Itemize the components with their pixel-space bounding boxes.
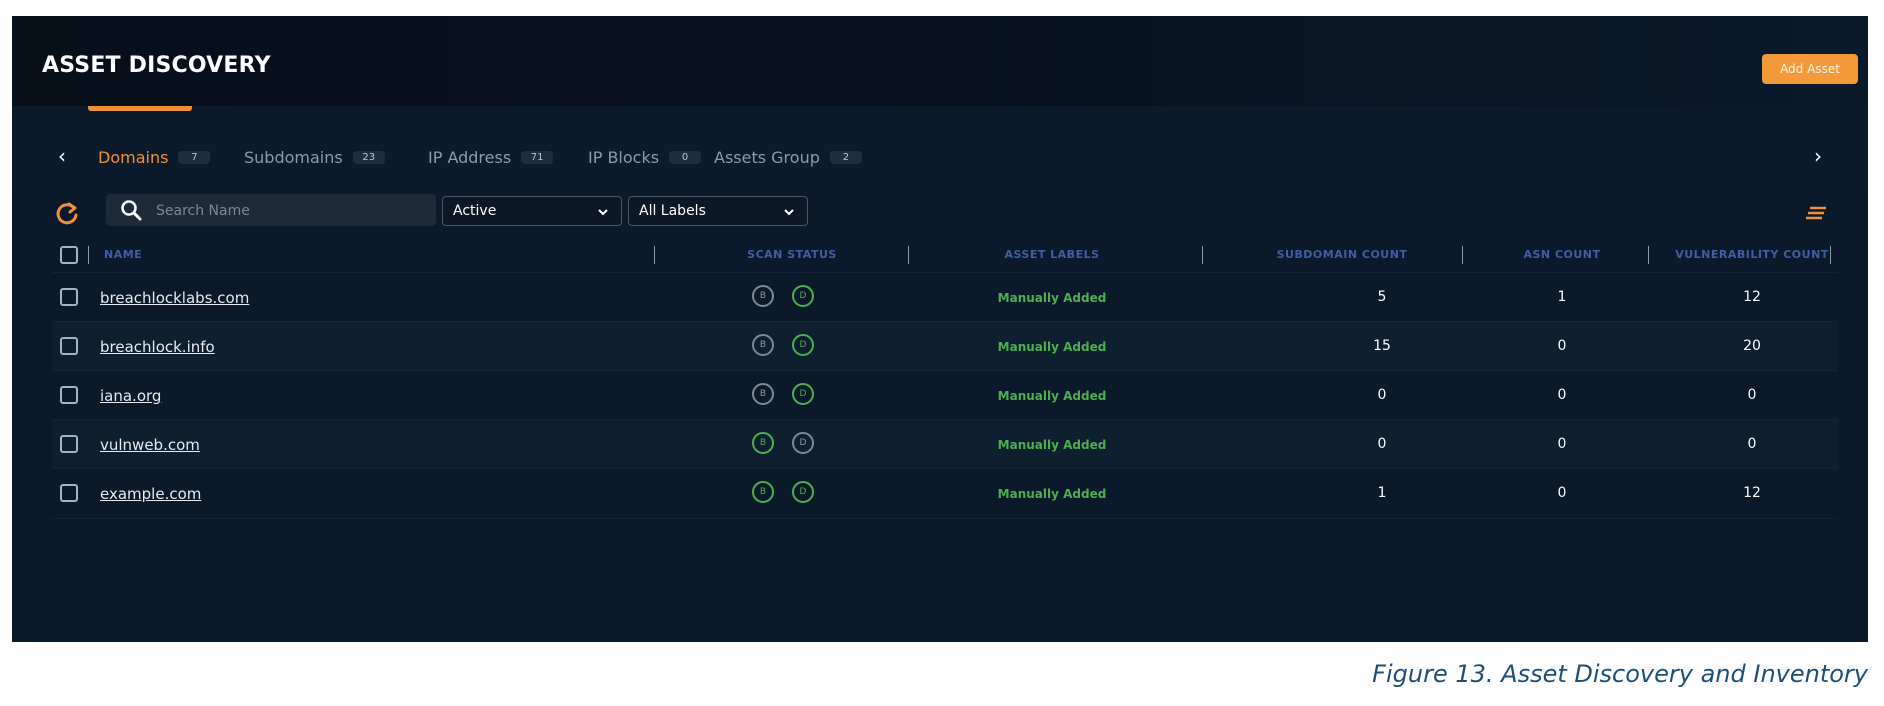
table-row[interactable]: iana.org B D Manually Added 0 0 0: [52, 370, 1838, 420]
tab-ip-blocks[interactable]: IP Blocks 0: [588, 146, 702, 168]
subdomain-count: 5: [1377, 289, 1387, 305]
scan-d-status-icon: D: [792, 383, 814, 405]
column-header-asset-labels[interactable]: ASSET LABELS: [972, 248, 1132, 261]
subdomain-count: 1: [1377, 485, 1387, 501]
asn-count: 0: [1557, 485, 1567, 501]
status-filter-value: Active: [453, 203, 497, 219]
column-divider: [1830, 246, 1831, 264]
scan-b-status-icon: B: [752, 285, 774, 307]
column-header-scan-status[interactable]: SCAN STATUS: [712, 248, 872, 261]
row-checkbox[interactable]: [60, 288, 78, 306]
search-box: [106, 194, 436, 228]
tab-count-badge: 71: [521, 150, 554, 164]
add-asset-button[interactable]: Add Asset: [1762, 54, 1858, 84]
vulnerability-count: 20: [1743, 338, 1761, 354]
column-header-asn-count[interactable]: ASN COUNT: [1492, 248, 1632, 261]
asset-label: Manually Added: [997, 291, 1107, 305]
domain-name-link[interactable]: breachlocklabs.com: [100, 289, 249, 307]
row-checkbox[interactable]: [60, 337, 78, 355]
active-tab-indicator: [88, 106, 192, 111]
asset-label: Manually Added: [997, 389, 1107, 403]
tab-count-badge: 2: [829, 150, 862, 164]
labels-filter-value: All Labels: [639, 203, 706, 219]
row-checkbox[interactable]: [60, 435, 78, 453]
column-settings-icon[interactable]: [1804, 204, 1828, 224]
status-filter-select[interactable]: Active: [442, 196, 622, 226]
scan-b-status-icon: B: [752, 334, 774, 356]
tab-label: Subdomains: [244, 147, 343, 167]
tab-label: IP Blocks: [588, 147, 660, 167]
scan-b-status-icon: B: [752, 383, 774, 405]
table-row[interactable]: breachlock.info B D Manually Added 15 0 …: [52, 321, 1838, 371]
tab-count-badge: 23: [352, 150, 385, 164]
vulnerability-count: 0: [1747, 387, 1757, 403]
table-row[interactable]: vulnweb.com B D Manually Added 0 0 0: [52, 419, 1838, 469]
scan-d-status-icon: D: [792, 481, 814, 503]
figure-caption: Figure 13. Asset Discovery and Inventory: [1372, 660, 1868, 688]
column-header-name[interactable]: NAME: [104, 248, 142, 261]
column-divider: [654, 246, 655, 264]
scan-b-status-icon: B: [752, 481, 774, 503]
asset-label: Manually Added: [997, 438, 1107, 452]
column-divider: [908, 246, 909, 264]
scan-b-status-icon: B: [752, 432, 774, 454]
asn-count: 1: [1557, 289, 1567, 305]
tab-bar: ‹ Domains 7 Subdomains 23 IP Address 71 …: [12, 106, 1868, 190]
vulnerability-count: 12: [1743, 485, 1761, 501]
scan-d-status-icon: D: [792, 285, 814, 307]
column-header-vulnerability-count[interactable]: VULNERABILITY COUNT: [1656, 248, 1848, 261]
tab-subdomains[interactable]: Subdomains 23: [244, 146, 385, 168]
domain-name-link[interactable]: breachlock.info: [100, 338, 215, 356]
tab-count-badge: 0: [669, 150, 702, 164]
row-checkbox[interactable]: [60, 484, 78, 502]
asn-count: 0: [1557, 436, 1567, 452]
asn-count: 0: [1557, 387, 1567, 403]
column-divider: [1202, 246, 1203, 264]
asn-count: 0: [1557, 338, 1567, 354]
chevron-down-icon: [784, 209, 794, 216]
row-checkbox[interactable]: [60, 386, 78, 404]
toolbar: Active All Labels: [12, 190, 1868, 238]
tabs-next-arrow-icon[interactable]: ›: [1808, 146, 1828, 166]
search-input[interactable]: [154, 194, 428, 228]
page-title: ASSET DISCOVERY: [42, 53, 271, 78]
tabs-prev-arrow-icon[interactable]: ‹: [52, 146, 72, 166]
table-row[interactable]: breachlocklabs.com B D Manually Added 5 …: [52, 272, 1838, 322]
select-all-checkbox[interactable]: [60, 246, 78, 264]
subdomain-count: 15: [1373, 338, 1391, 354]
tab-label: IP Address: [428, 147, 512, 167]
tab-count-badge: 7: [178, 150, 211, 164]
domain-name-link[interactable]: vulnweb.com: [100, 436, 200, 454]
column-divider: [1462, 246, 1463, 264]
domain-name-link[interactable]: example.com: [100, 485, 201, 503]
vulnerability-count: 0: [1747, 436, 1757, 452]
column-divider: [1648, 246, 1649, 264]
subdomain-count: 0: [1377, 436, 1387, 452]
page-header: ASSET DISCOVERY Add Asset: [12, 16, 1868, 106]
scan-d-status-icon: D: [792, 432, 814, 454]
tab-label: Domains: [98, 147, 169, 167]
subdomain-count: 0: [1377, 387, 1387, 403]
search-icon: [121, 200, 142, 221]
table-header: NAME SCAN STATUS ASSET LABELS SUBDOMAIN …: [12, 238, 1868, 274]
table-row[interactable]: example.com B D Manually Added 1 0 12: [52, 468, 1838, 519]
tab-assets-group[interactable]: Assets Group 2: [714, 146, 862, 168]
asset-label: Manually Added: [997, 487, 1107, 501]
refresh-icon[interactable]: [54, 200, 80, 226]
asset-label: Manually Added: [997, 340, 1107, 354]
asset-discovery-screen: ASSET DISCOVERY Add Asset ‹ Domains 7 Su…: [12, 16, 1868, 642]
tab-ip-address[interactable]: IP Address 71: [428, 146, 554, 168]
tab-label: Assets Group: [714, 147, 820, 167]
column-divider: [88, 246, 89, 264]
vulnerability-count: 12: [1743, 289, 1761, 305]
labels-filter-select[interactable]: All Labels: [628, 196, 808, 226]
tab-domains[interactable]: Domains 7: [98, 146, 211, 168]
scan-d-status-icon: D: [792, 334, 814, 356]
domain-name-link[interactable]: iana.org: [100, 387, 161, 405]
chevron-down-icon: [598, 209, 608, 216]
column-header-subdomain-count[interactable]: SUBDOMAIN COUNT: [1252, 248, 1432, 261]
